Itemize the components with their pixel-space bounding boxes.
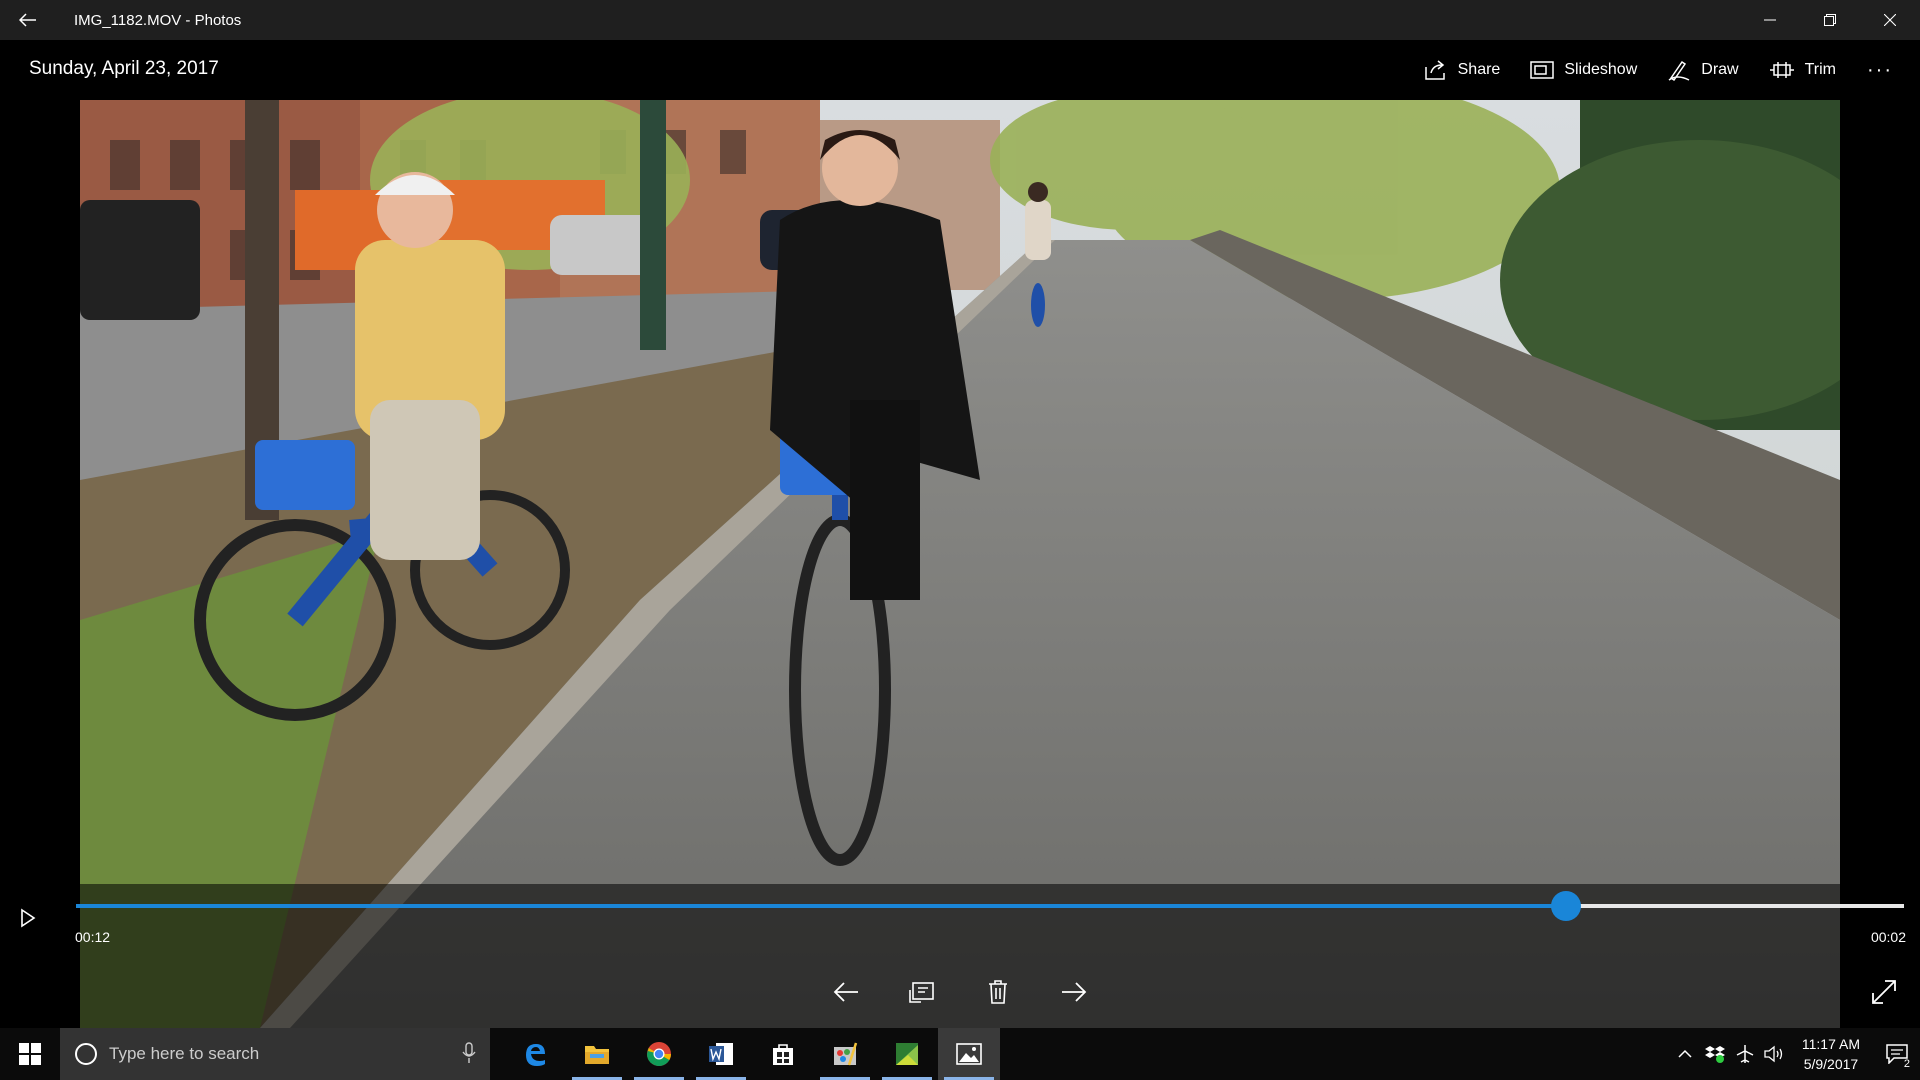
seek-bar[interactable] [76,891,1904,921]
command-actions: Share Slideshow Draw Trim ··· [1424,40,1920,100]
right-arrow-icon [1062,982,1087,1002]
minimize-button[interactable] [1740,0,1800,40]
clock-time: 11:17 AM [1801,1036,1860,1052]
taskbar-clock[interactable]: 11:17 AM 5/9/2017 [1802,1034,1860,1074]
elapsed-time: 00:12 [75,929,111,945]
taskbar-search[interactable] [60,1028,490,1080]
share-icon [1424,60,1445,80]
close-button[interactable] [1860,0,1920,40]
chrome-icon [647,1042,671,1067]
volume-button[interactable] [1760,1028,1790,1080]
back-button[interactable] [0,0,56,40]
store-app[interactable] [752,1028,814,1080]
taskbar: 11:17 AM 5/9/2017 2 [0,1028,1920,1080]
windows-logo-icon [19,1043,41,1065]
share-button[interactable]: Share [1424,50,1501,90]
play-button[interactable] [10,900,46,936]
paint-icon [834,1042,858,1066]
draw-icon [1668,60,1690,82]
delete-button[interactable] [978,972,1018,1012]
command-bar: Sunday, April 23, 2017 Share Slideshow D… [0,40,1920,100]
speaker-icon [1764,1045,1783,1063]
play-icon [21,908,36,928]
slideshow-button[interactable]: Slideshow [1530,50,1637,90]
seek-thumb[interactable] [1550,891,1581,921]
trim-button[interactable]: Trim [1769,50,1836,90]
more-icon: ··· [1867,58,1893,81]
window-controls [1740,0,1920,40]
trash-icon [989,980,1007,1004]
start-button[interactable] [0,1028,60,1080]
media-navigation [0,972,1920,1012]
folder-icon [585,1046,609,1064]
image-viewer-app[interactable] [876,1028,938,1080]
edge-app[interactable] [504,1028,566,1080]
add-to-album-icon [909,982,934,1003]
airplane-icon [1736,1045,1754,1063]
chrome-app[interactable] [628,1028,690,1080]
add-to-album-button[interactable] [902,972,942,1012]
draw-label: Draw [1701,61,1739,78]
photos-app[interactable] [938,1028,1000,1080]
draw-button[interactable]: Draw [1667,50,1739,90]
paint-app[interactable] [814,1028,876,1080]
cortana-icon [75,1043,97,1065]
title-bar: IMG_1182.MOV - Photos [0,0,1920,40]
system-tray: 11:17 AM 5/9/2017 2 [1670,1028,1920,1080]
restore-icon [1824,14,1836,26]
airplane-mode-button[interactable] [1730,1028,1760,1080]
more-options-button[interactable]: ··· [1866,50,1894,90]
chevron-up-icon [1678,1049,1692,1058]
image-viewer-icon [896,1043,918,1065]
pinned-apps [504,1028,1000,1080]
player-controls: 00:12 00:02 [0,884,1920,1028]
photo-date: Sunday, April 23, 2017 [29,58,219,79]
photos-icon [956,1043,982,1065]
previous-button[interactable] [826,972,866,1012]
next-button[interactable] [1054,972,1094,1012]
dropbox-tray-button[interactable] [1700,1028,1730,1080]
close-icon [1884,14,1896,26]
dropbox-icon [1704,1046,1725,1063]
window-title: IMG_1182.MOV - Photos [74,11,242,29]
clock-date: 5/9/2017 [1803,1056,1859,1072]
share-label: Share [1457,61,1501,78]
seek-progress [76,904,1566,908]
remaining-time: 00:02 [1870,929,1906,945]
microphone-icon[interactable] [462,1042,476,1064]
store-icon [773,1044,793,1065]
search-input[interactable] [109,1044,449,1064]
show-hidden-icons-button[interactable] [1670,1028,1700,1080]
trim-icon [1769,62,1794,78]
notification-count: 2 [1903,1058,1910,1070]
word-icon [709,1043,733,1065]
fullscreen-button[interactable] [1866,974,1902,1010]
slideshow-icon [1530,61,1555,79]
word-app[interactable] [690,1028,752,1080]
restore-button[interactable] [1800,0,1860,40]
file-explorer-app[interactable] [566,1028,628,1080]
left-arrow-icon [833,982,858,1002]
edge-icon [526,1044,545,1066]
action-center-button[interactable]: 2 [1874,1028,1920,1080]
minimize-icon [1764,19,1776,21]
slideshow-label: Slideshow [1564,61,1638,78]
trim-label: Trim [1804,61,1836,78]
back-arrow-icon [19,13,36,27]
expand-icon [1872,980,1896,1004]
